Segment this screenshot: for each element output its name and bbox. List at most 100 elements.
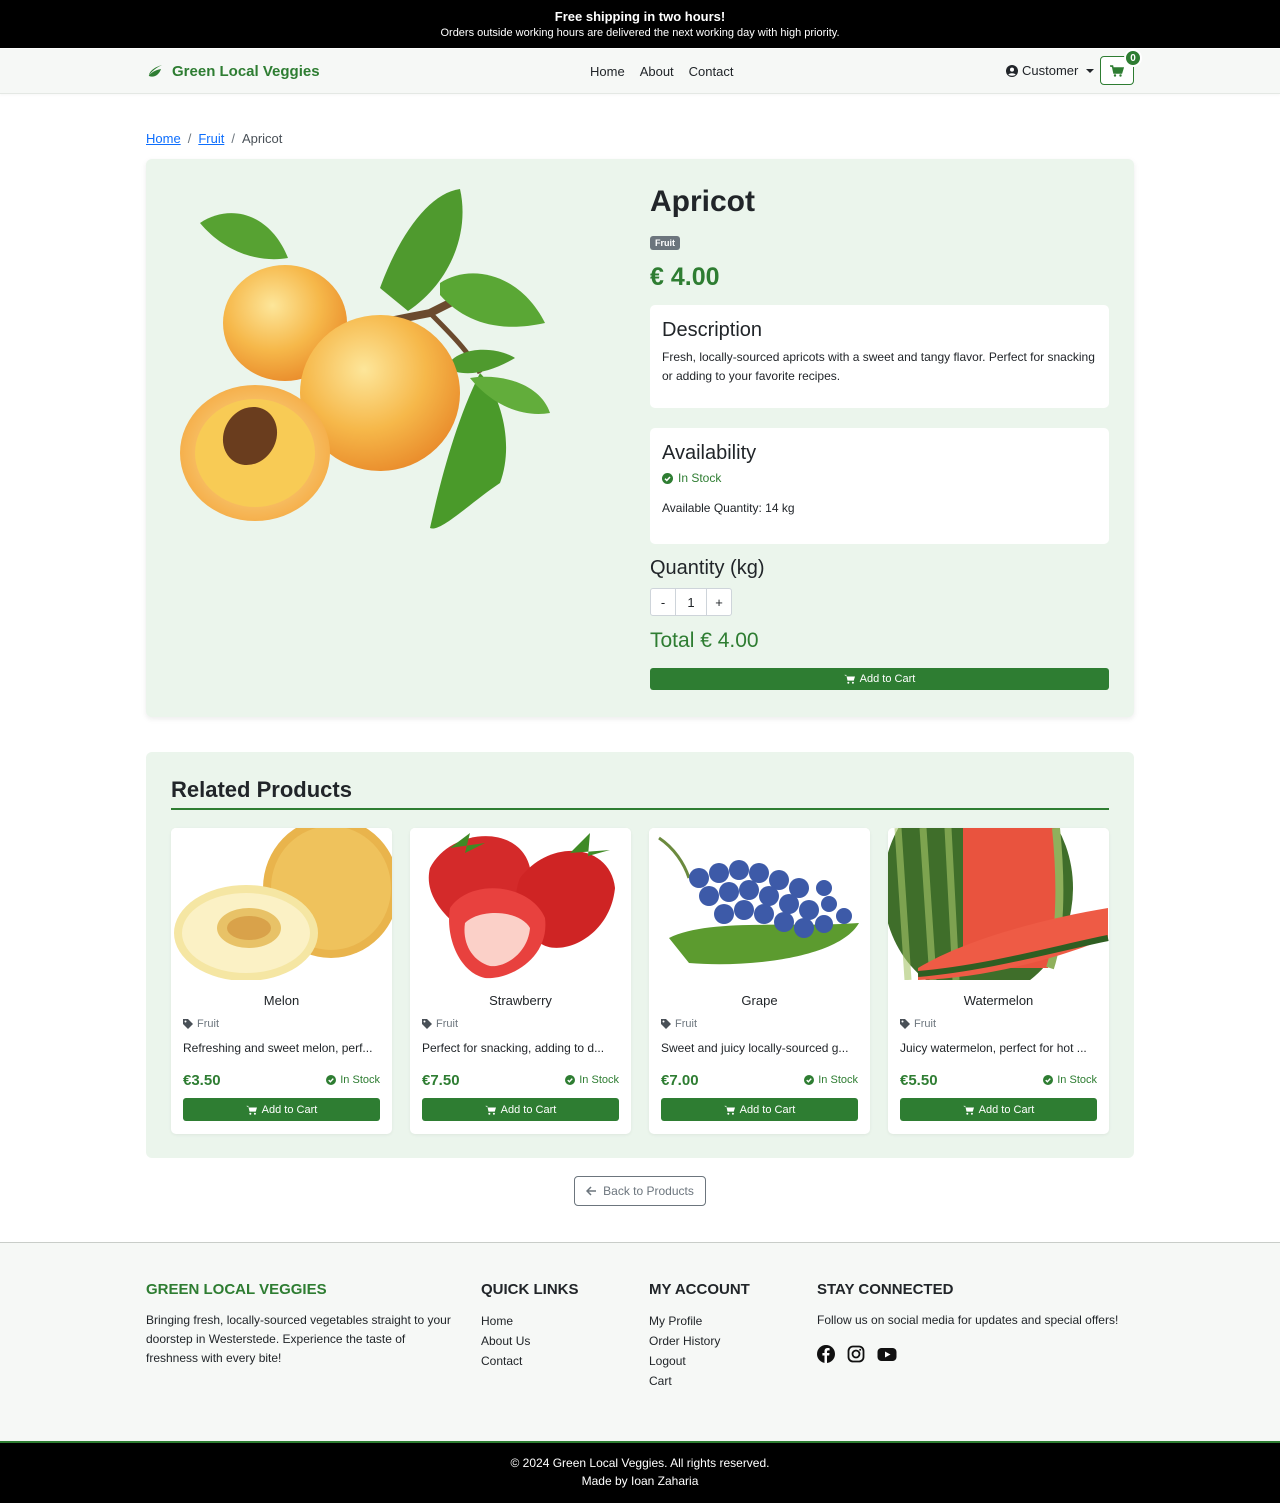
stock-status-label: In Stock xyxy=(1057,1074,1097,1086)
add-to-cart-label: Add to Cart xyxy=(978,1103,1035,1116)
cart-icon xyxy=(484,1105,496,1115)
increment-button[interactable]: + xyxy=(706,588,732,616)
product-price: €7.00 xyxy=(661,1072,699,1089)
social-text: Follow us on social media for updates an… xyxy=(817,1313,1119,1327)
stock-status-label: In Stock xyxy=(340,1074,380,1086)
watermelon-image xyxy=(888,828,1109,998)
product-price: €5.50 xyxy=(900,1072,938,1089)
my-account-heading: MY ACCOUNT xyxy=(649,1281,750,1298)
user-menu-toggle[interactable]: Customer xyxy=(1006,63,1095,78)
melon-image xyxy=(171,828,392,981)
breadcrumb-home[interactable]: Home xyxy=(146,131,181,146)
stay-connected-heading: STAY CONNECTED xyxy=(817,1281,954,1298)
copyright-bar: © 2024 Green Local Veggies. All rights r… xyxy=(0,1441,1280,1503)
check-circle-icon xyxy=(662,472,673,484)
back-to-products-button[interactable]: Back to Products xyxy=(574,1176,706,1206)
back-to-products-label: Back to Products xyxy=(603,1184,694,1198)
add-to-cart-button[interactable]: Add to Cart xyxy=(422,1098,619,1121)
product-card-grape[interactable]: Grape Fruit Sweet and juicy locally-sour… xyxy=(649,828,870,1134)
footer-brand: GREEN LOCAL VEGGIES xyxy=(146,1281,327,1298)
breadcrumb-separator: / xyxy=(231,131,235,146)
stock-status: In Stock xyxy=(1043,1074,1097,1086)
add-to-cart-label: Add to Cart xyxy=(859,673,916,685)
description-text: Fresh, locally-sourced apricots with a s… xyxy=(662,350,1095,383)
made-by-text: Made by Ioan Zaharia xyxy=(581,1474,699,1488)
stock-status-label: In Stock xyxy=(678,471,722,485)
stock-status: In Stock xyxy=(565,1074,619,1086)
footer-link-order-history[interactable]: Order History xyxy=(649,1331,750,1351)
footer-link-home[interactable]: Home xyxy=(481,1311,579,1331)
decrement-button[interactable]: - xyxy=(650,588,676,616)
youtube-icon[interactable] xyxy=(877,1345,897,1363)
add-to-cart-button[interactable]: Add to Cart xyxy=(183,1098,380,1121)
product-card-watermelon[interactable]: Watermelon Fruit Juicy watermelon, perfe… xyxy=(888,828,1109,1134)
product-title: Apricot xyxy=(650,185,755,218)
product-category-label: Fruit xyxy=(436,1018,458,1030)
social-links xyxy=(817,1345,1137,1363)
product-card-strawberry[interactable]: Strawberry Fruit Perfect for snacking, a… xyxy=(410,828,631,1134)
stock-status-label: In Stock xyxy=(818,1074,858,1086)
announcement-subline: Orders outside working hours are deliver… xyxy=(440,27,840,39)
cart-icon xyxy=(1110,64,1124,77)
heading-underline xyxy=(171,808,1109,810)
related-products-heading: Related Products xyxy=(171,777,352,802)
availability-card: Availability In Stock Available Quantity… xyxy=(650,428,1109,544)
footer-social: STAY CONNECTED Follow us on social media… xyxy=(817,1281,1137,1363)
quantity-label: Quantity (kg) xyxy=(650,557,765,579)
footer-link-about-us[interactable]: About Us xyxy=(481,1331,579,1351)
add-to-cart-button[interactable]: Add to Cart xyxy=(900,1098,1097,1121)
quantity-stepper: - 1 + xyxy=(650,588,732,616)
cart-icon xyxy=(245,1105,257,1115)
product-card-melon[interactable]: Melon Fruit Refreshing and sweet melon, … xyxy=(171,828,392,1134)
footer-about: GREEN LOCAL VEGGIES Bringing fresh, loca… xyxy=(146,1281,456,1368)
instagram-icon[interactable] xyxy=(847,1345,865,1363)
announcement-headline: Free shipping in two hours! xyxy=(554,9,726,24)
check-circle-icon xyxy=(804,1075,815,1085)
navbar: Green Local Veggies Home About Contact C… xyxy=(0,49,1280,94)
quantity-input[interactable]: 1 xyxy=(676,588,706,616)
nav-about[interactable]: About xyxy=(640,64,674,79)
product-detail-panel: Apricot Fruit € 4.00 Description Fresh, … xyxy=(146,159,1134,717)
product-price: €7.50 xyxy=(422,1072,460,1089)
check-circle-icon xyxy=(1043,1075,1054,1085)
category-badge: Fruit xyxy=(650,236,680,250)
product-category-label: Fruit xyxy=(197,1018,219,1030)
add-to-cart-button[interactable]: Add to Cart xyxy=(650,668,1109,690)
main-nav: Home About Contact xyxy=(590,64,733,79)
footer-link-cart[interactable]: Cart xyxy=(649,1371,750,1391)
cart-icon xyxy=(843,674,855,684)
tag-icon xyxy=(183,1019,193,1029)
product-category: Fruit xyxy=(183,1018,219,1030)
product-category: Fruit xyxy=(900,1018,936,1030)
nav-contact[interactable]: Contact xyxy=(689,64,734,79)
availability-heading: Availability xyxy=(662,442,757,464)
breadcrumb-separator: / xyxy=(187,131,192,146)
footer-link-profile[interactable]: My Profile xyxy=(649,1311,750,1331)
quick-links-heading: QUICK LINKS xyxy=(481,1281,579,1298)
nav-home[interactable]: Home xyxy=(590,64,625,79)
user-menu-label: Customer xyxy=(1022,63,1079,78)
brand-link[interactable]: Green Local Veggies xyxy=(146,60,320,82)
product-name: Melon xyxy=(263,993,300,1008)
tag-icon xyxy=(900,1019,910,1029)
product-name: Strawberry xyxy=(489,993,552,1008)
product-category-label: Fruit xyxy=(675,1018,697,1030)
facebook-icon[interactable] xyxy=(817,1345,835,1363)
footer-link-logout[interactable]: Logout xyxy=(649,1351,750,1371)
product-category: Fruit xyxy=(422,1018,458,1030)
product-price: € 4.00 xyxy=(650,263,720,291)
add-to-cart-button[interactable]: Add to Cart xyxy=(661,1098,858,1121)
footer-link-contact[interactable]: Contact xyxy=(481,1351,579,1371)
stock-status: In Stock xyxy=(326,1074,380,1086)
arrow-left-icon xyxy=(586,1186,597,1196)
available-quantity: Available Quantity: 14 kg xyxy=(662,501,795,515)
product-category: Fruit xyxy=(661,1018,697,1030)
breadcrumb-current: Apricot xyxy=(241,131,283,146)
total-price: Total € 4.00 xyxy=(650,629,759,652)
add-to-cart-label: Add to Cart xyxy=(739,1103,796,1116)
grape-image xyxy=(649,828,870,980)
breadcrumb-fruit[interactable]: Fruit xyxy=(198,131,224,146)
strawberry-image xyxy=(410,828,631,980)
check-circle-icon xyxy=(326,1075,337,1085)
tag-icon xyxy=(422,1019,432,1029)
